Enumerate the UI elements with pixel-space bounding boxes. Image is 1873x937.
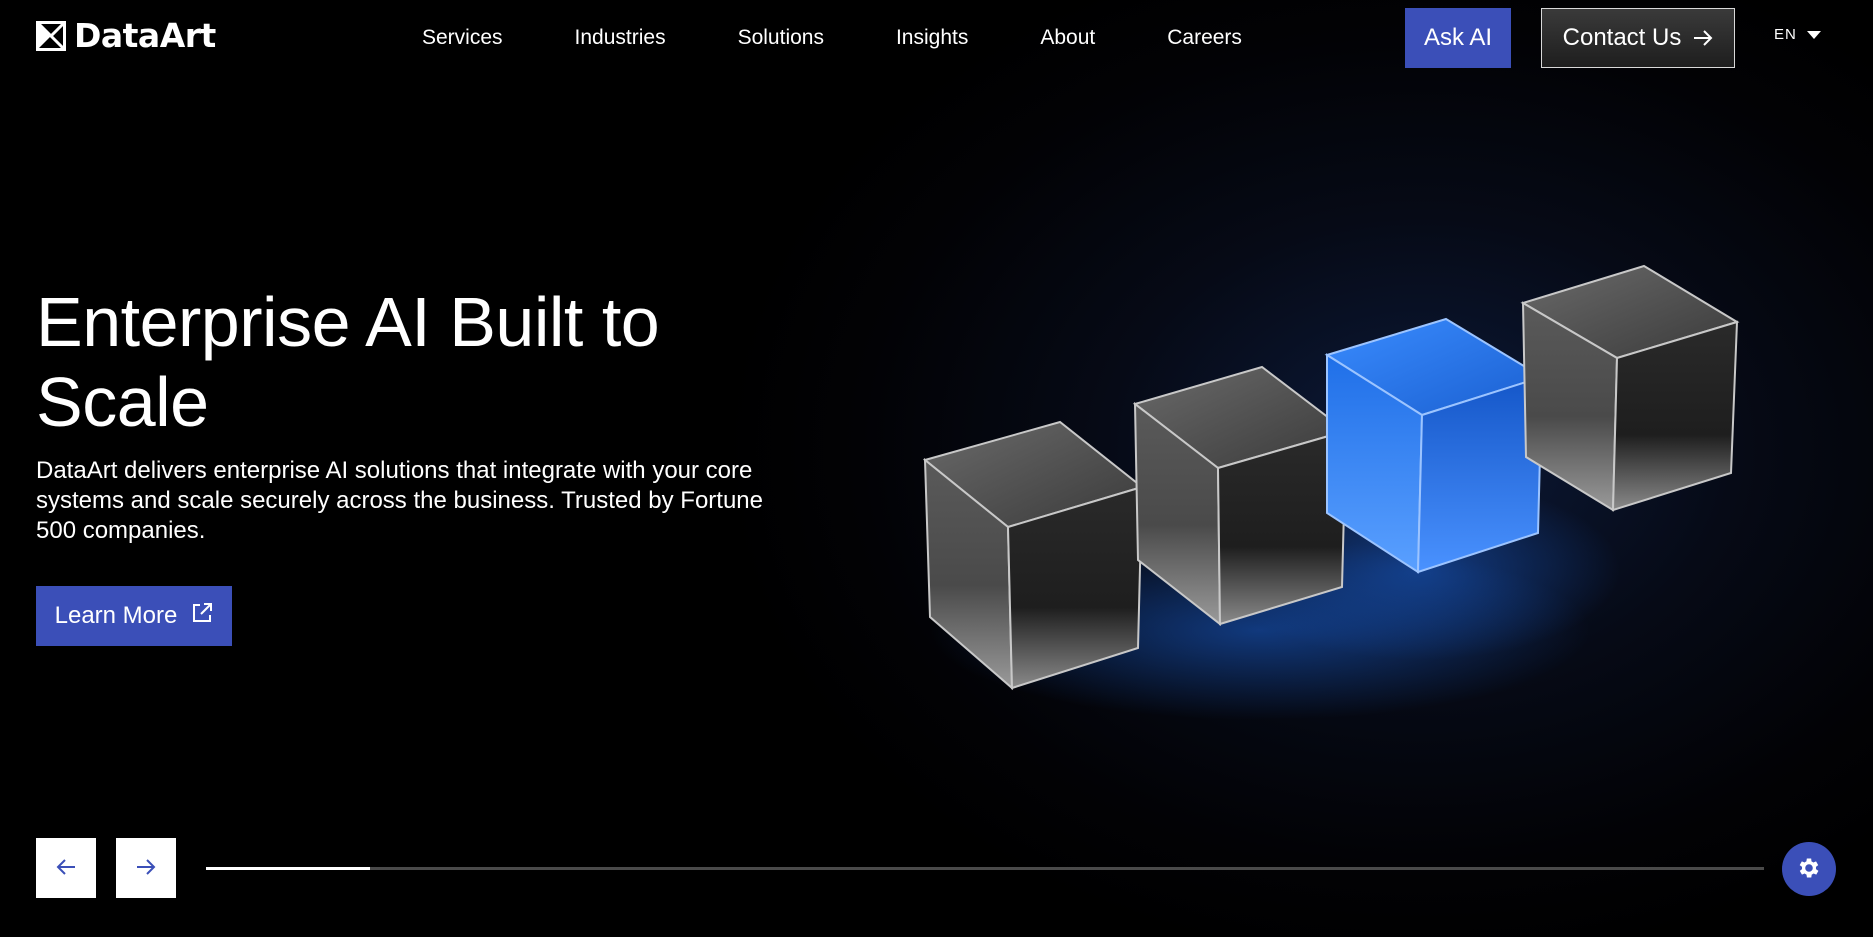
arrow-right-icon — [136, 858, 156, 878]
language-label: EN — [1774, 26, 1797, 43]
nav-item-insights[interactable]: Insights — [896, 26, 968, 50]
arrow-right-icon — [1693, 30, 1713, 46]
nav-item-services[interactable]: Services — [422, 26, 503, 50]
carousel-progress-fill — [206, 867, 370, 870]
dataart-logo-icon — [36, 21, 66, 51]
hero-title: Enterprise AI Built to Scale — [36, 283, 660, 441]
cube-4 — [1520, 264, 1740, 512]
external-link-icon — [191, 602, 213, 631]
caret-down-icon — [1806, 30, 1821, 39]
nav-item-industries[interactable]: Industries — [575, 26, 666, 50]
learn-more-label: Learn More — [54, 602, 178, 629]
contact-us-button[interactable]: Contact Us — [1541, 8, 1735, 68]
gear-icon — [1796, 855, 1822, 884]
language-selector[interactable]: EN — [1774, 26, 1821, 43]
arrow-left-icon — [56, 858, 76, 878]
carousel-progress-bar — [206, 867, 1764, 870]
nav-item-about[interactable]: About — [1040, 26, 1095, 50]
settings-button[interactable] — [1782, 842, 1836, 896]
hero-description: DataArt delivers enterprise AI solutions… — [36, 457, 763, 544]
nav-item-careers[interactable]: Careers — [1167, 26, 1242, 50]
carousel-prev-button[interactable] — [36, 838, 96, 898]
logo-text: DataArt — [74, 16, 216, 55]
learn-more-button[interactable]: Learn More — [36, 586, 232, 646]
nav-item-solutions[interactable]: Solutions — [738, 26, 824, 50]
carousel-next-button[interactable] — [116, 838, 176, 898]
ask-ai-button[interactable]: Ask AI — [1405, 8, 1511, 68]
site-header: DataArt Services Industries Solutions In… — [0, 0, 1873, 76]
hero-illustration — [922, 264, 1740, 720]
contact-us-label: Contact Us — [1562, 24, 1682, 51]
logo[interactable]: DataArt — [36, 18, 216, 54]
main-nav: Services Industries Solutions Insights A… — [400, 0, 1314, 76]
page: DataArt Services Industries Solutions In… — [0, 0, 1873, 937]
cube-3-highlight — [1324, 317, 1545, 574]
